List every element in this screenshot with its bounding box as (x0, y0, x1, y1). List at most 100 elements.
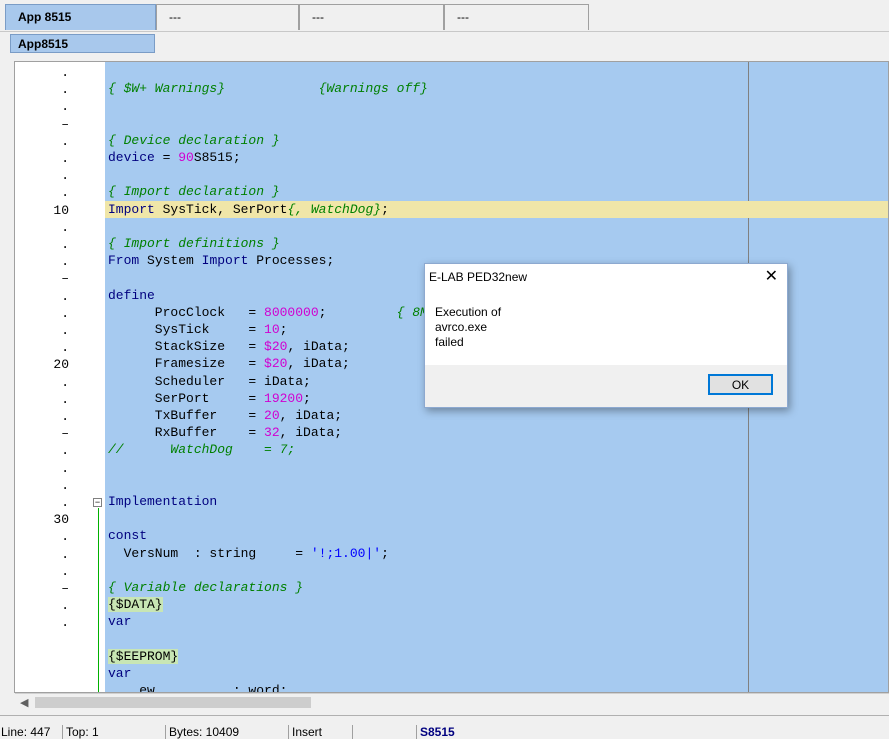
tab-empty-1[interactable]: --- (156, 4, 299, 30)
tab-empty-2[interactable]: --- (299, 4, 444, 30)
code-token: , iData; (279, 408, 343, 423)
line-marker: 20 (53, 357, 69, 373)
code-token: , iData; (287, 356, 350, 372)
code-line[interactable]: device = 90S8515; (108, 149, 241, 166)
code-line[interactable]: var (108, 665, 131, 682)
code-token: RxBuffer = (108, 425, 265, 441)
line-marker: . (61, 443, 69, 459)
subtab-app8515[interactable]: App8515 (10, 34, 155, 53)
line-marker: . (61, 563, 69, 579)
code-line[interactable]: { Import declaration } (108, 183, 280, 200)
line-marker: . (61, 82, 69, 98)
code-token: TxBuffer = (108, 408, 265, 423)
code-line[interactable]: const (108, 527, 147, 544)
code-token: ew : word; (108, 683, 288, 693)
code-token: '!;1.00|' (310, 545, 382, 561)
code-token: var (108, 666, 132, 681)
code-line[interactable]: SysTick = 10; (108, 321, 288, 338)
line-marker: – (61, 116, 69, 132)
code-token: { Variable declarations } (108, 580, 304, 595)
code-token: {$DATA} (108, 597, 163, 613)
code-line[interactable]: Implementation (108, 493, 217, 510)
line-marker: . (61, 529, 69, 545)
line-marker: . (61, 168, 69, 184)
line-marker: – (61, 271, 69, 287)
code-line[interactable]: {$DATA} (108, 596, 163, 613)
line-number-gutter: ... –.... 10... –.... 20... –.... 30... –.. (15, 62, 105, 692)
code-line[interactable]: define (108, 287, 155, 304)
status-line: Line: 447 (0, 725, 50, 739)
code-line[interactable]: Import SysTick, SerPort{, WatchDog}; (108, 201, 389, 218)
close-icon[interactable]: ✕ (765, 268, 778, 286)
code-token: Scheduler = iData; (108, 373, 311, 389)
status-bar: Line: 447 Top: 1 Bytes: 10409 Insert S85… (0, 715, 889, 739)
code-line[interactable]: { Device declaration } (108, 132, 280, 149)
line-marker: . (61, 305, 69, 321)
code-token: StackSize = (108, 339, 265, 355)
code-token: SerPort = (108, 390, 265, 406)
code-token: SysTick, SerPort (154, 201, 288, 217)
dialog-message: Execution of avrco.exe failed (435, 305, 501, 350)
line-marker: . (61, 615, 69, 631)
line-marker: . (61, 219, 69, 235)
tab-app-8515[interactable]: App 8515 (5, 4, 156, 30)
line-marker: . (61, 477, 69, 493)
code-token: { Import definitions } (108, 236, 280, 251)
line-marker: . (61, 460, 69, 476)
code-token: Processes; (248, 253, 335, 269)
code-line[interactable]: {$EEPROM} (108, 648, 179, 665)
line-marker: . (61, 495, 69, 510)
status-mode: Insert (288, 725, 344, 739)
line-marker: . (61, 254, 69, 270)
line-marker: . (61, 185, 69, 201)
fold-toggle-icon[interactable]: − (93, 498, 102, 507)
code-line[interactable]: ProcClock = 8000000; { 8M (108, 304, 428, 321)
code-line[interactable]: { $W+ Warnings} {Warnings off} (108, 80, 428, 97)
ok-button[interactable]: OK (708, 374, 773, 395)
code-token: ; (303, 390, 311, 406)
code-line[interactable]: From System Import Processes; (108, 252, 334, 269)
scroll-left-arrow-icon[interactable]: ◀ (20, 696, 28, 709)
code-token: 20 (264, 408, 280, 423)
code-token: { $W+ Warnings} {Warnings off} (108, 81, 428, 97)
line-marker: 30 (53, 512, 69, 528)
line-marker: 10 (53, 202, 69, 218)
status-file: S8515 (416, 725, 480, 739)
line-marker: . (61, 237, 69, 252)
code-line[interactable]: ew : word; (108, 682, 288, 693)
dialog-title-bar: E-LAB PED32new ✕ (425, 264, 787, 290)
fold-range-line (98, 508, 99, 692)
code-token: SysTick = (108, 322, 265, 337)
line-marker: . (61, 65, 69, 80)
code-line[interactable]: TxBuffer = 20, iData; (108, 407, 342, 424)
code-token: Import (108, 201, 155, 217)
code-token: device (108, 150, 155, 165)
code-token: {, WatchDog} (287, 201, 382, 217)
code-line[interactable]: RxBuffer = 32, iData; (108, 424, 342, 441)
code-token: ; (318, 304, 397, 320)
code-token: ; (279, 322, 288, 337)
code-token: Implementation (108, 494, 218, 509)
dialog-title: E-LAB PED32new (429, 270, 528, 284)
line-marker: . (61, 151, 69, 166)
code-line[interactable]: Scheduler = iData; (108, 373, 311, 390)
code-line[interactable]: SerPort = 19200; (108, 390, 311, 407)
tab-empty-3[interactable]: --- (444, 4, 589, 30)
code-token: S8515; (193, 150, 241, 165)
code-token: { Device declaration } (108, 132, 280, 148)
code-line[interactable]: { Variable declarations } (108, 579, 303, 596)
code-line[interactable]: Framesize = $20, iData; (108, 355, 350, 372)
line-marker: . (61, 340, 69, 356)
code-line[interactable]: { Import definitions } (108, 235, 280, 252)
code-line[interactable]: // WatchDog = 7; (108, 441, 295, 458)
line-marker: . (61, 133, 69, 149)
code-token: = (154, 150, 179, 165)
line-marker: . (61, 99, 69, 115)
scrollbar-thumb[interactable] (35, 697, 311, 708)
horizontal-scrollbar[interactable]: ◀ (15, 693, 889, 711)
code-line[interactable]: var (108, 613, 131, 630)
code-token: Framesize = (108, 356, 265, 372)
code-line[interactable]: VersNum : string = '!;1.00|'; (108, 545, 389, 562)
code-token: Import (201, 253, 249, 269)
code-line[interactable]: StackSize = $20, iData; (108, 338, 350, 355)
